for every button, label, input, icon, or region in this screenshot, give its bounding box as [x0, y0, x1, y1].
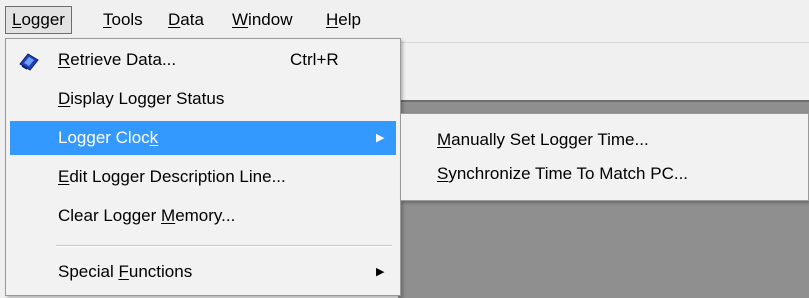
logger-dropdown-menu: Retrieve Data... Ctrl+R Display Logger S…: [5, 38, 401, 296]
retrieve-data-icon: [18, 50, 40, 71]
menu-item-manually-set-time[interactable]: Manually Set Logger Time...: [405, 123, 805, 157]
menu-item-logger-clock[interactable]: Logger Clock ▶: [10, 121, 396, 155]
menu-help[interactable]: Help: [320, 6, 367, 34]
menu-data-label: ata: [180, 10, 204, 29]
menu-data-mnemonic: D: [168, 10, 181, 29]
submenu-arrow-icon: ▶: [376, 266, 385, 278]
menu-item-synchronize-time[interactable]: Synchronize Time To Match PC...: [405, 157, 805, 191]
menu-window-mnemonic: W: [232, 10, 249, 29]
menu-tools[interactable]: Tools: [97, 6, 149, 34]
menu-tools-label: ools: [111, 10, 143, 29]
menu-item-label: Edit Logger Description Line...: [58, 167, 286, 186]
menu-item-label: Retrieve Data...: [58, 50, 177, 69]
menu-data[interactable]: Data: [162, 6, 210, 34]
menu-bar: Logger Tools Data Window Help: [0, 0, 809, 42]
menu-item-label: Manually Set Logger Time...: [437, 130, 649, 149]
menu-tools-mnemonic: T: [103, 10, 112, 29]
submenu-arrow-icon: ▶: [376, 132, 385, 144]
menu-help-mnemonic: H: [326, 10, 339, 29]
menu-item-special-functions[interactable]: Special Functions ▶: [10, 255, 396, 289]
menu-window-label: indow: [248, 10, 293, 29]
menu-separator: [56, 245, 392, 247]
menu-item-label: Synchronize Time To Match PC...: [437, 164, 689, 183]
menu-help-label: elp: [338, 10, 361, 29]
menu-item-label: Logger Clock: [58, 128, 159, 147]
shortcut-label: Ctrl+R: [290, 50, 339, 69]
menu-logger-label: ogger: [21, 10, 65, 29]
menu-item-label: Special Functions: [58, 262, 193, 281]
menu-item-display-logger-status[interactable]: Display Logger Status: [10, 82, 396, 116]
menu-logger[interactable]: Logger: [5, 6, 72, 34]
menu-item-retrieve-data[interactable]: Retrieve Data... Ctrl+R: [10, 43, 396, 77]
toolbar-area: [398, 42, 809, 101]
menu-item-label: Display Logger Status: [58, 89, 225, 108]
menu-item-label: Clear Logger Memory...: [58, 206, 236, 225]
logger-clock-submenu: Manually Set Logger Time... Synchronize …: [400, 113, 809, 201]
menu-item-clear-memory[interactable]: Clear Logger Memory...: [10, 199, 396, 233]
menu-item-edit-description[interactable]: Edit Logger Description Line...: [10, 160, 396, 194]
menu-window[interactable]: Window: [226, 6, 298, 34]
